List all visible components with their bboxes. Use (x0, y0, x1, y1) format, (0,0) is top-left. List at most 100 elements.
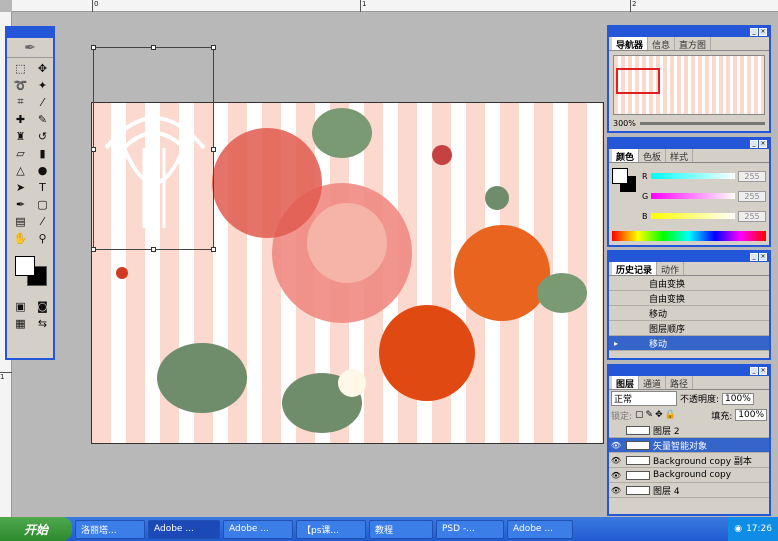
clock[interactable]: 17:26 (746, 524, 772, 534)
imageready-icon[interactable]: ⇆ (32, 315, 53, 331)
layer-row[interactable]: 图层 2 (609, 423, 769, 438)
transform-bounding-box[interactable] (91, 45, 216, 252)
tab-channels[interactable]: 通道 (639, 376, 667, 390)
taskbar-task[interactable]: PSD -... (436, 519, 504, 539)
tab-actions[interactable]: 动作 (657, 262, 685, 276)
hand-icon[interactable]: ✋ (10, 230, 31, 246)
history-brush-icon[interactable]: ↺ (32, 128, 53, 144)
screen-mode-icon[interactable]: ▦ (10, 315, 31, 331)
panel-title-bar[interactable]: _ × (609, 139, 769, 149)
transform-handle[interactable] (151, 45, 156, 50)
blue-slider[interactable] (650, 213, 735, 219)
tab-color[interactable]: 颜色 (612, 149, 640, 163)
network-icon[interactable]: ◉ (734, 524, 742, 534)
fill-input[interactable]: 100% (735, 409, 767, 421)
stamp-icon[interactable]: ♜ (10, 128, 31, 144)
navigator-view-box[interactable] (616, 68, 660, 94)
panel-title-bar[interactable]: _ × (609, 27, 769, 37)
shape-icon[interactable]: ▢ (32, 196, 53, 212)
magic-wand-icon[interactable]: ✦ (32, 77, 53, 93)
tab-history[interactable]: 历史记录 (612, 262, 658, 276)
blue-value[interactable]: 255 (738, 210, 766, 222)
eye-icon[interactable]: 👁 (609, 456, 623, 465)
color-spectrum[interactable] (612, 231, 766, 241)
taskbar-task[interactable]: Adobe ... (507, 519, 573, 539)
panel-title-bar[interactable]: _ × (609, 252, 769, 262)
eyedropper-icon[interactable]: ⁄ (32, 213, 53, 229)
slice-icon[interactable]: ⁄ (32, 94, 53, 110)
minimize-icon[interactable]: _ (750, 253, 758, 261)
quickmask-mode-icon[interactable]: ◙ (32, 298, 53, 314)
brush-icon[interactable]: ✎ (32, 111, 53, 127)
layer-row[interactable]: 👁 Background copy 副本 (609, 453, 769, 468)
lock-icons[interactable]: ▢✎✥🔒 (635, 410, 683, 420)
move-icon[interactable]: ✥ (32, 60, 53, 76)
close-icon[interactable]: × (759, 140, 767, 148)
type-icon[interactable]: T (32, 179, 53, 195)
blur-icon[interactable]: △ (10, 162, 31, 178)
tab-layers[interactable]: 图层 (612, 376, 640, 390)
navigator-thumbnail[interactable] (613, 55, 765, 115)
tab-styles[interactable]: 样式 (666, 149, 694, 163)
foreground-color-swatch[interactable] (15, 256, 35, 276)
minimize-icon[interactable]: _ (750, 28, 758, 36)
history-item[interactable]: 自由变换 (609, 291, 769, 306)
tab-paths[interactable]: 路径 (666, 376, 694, 390)
green-value[interactable]: 255 (738, 190, 766, 202)
taskbar-task[interactable]: 洛丽塔... (75, 519, 145, 539)
eye-icon[interactable]: 👁 (609, 471, 623, 480)
tab-navigator[interactable]: 导航器 (612, 37, 649, 51)
zoom-slider[interactable] (639, 122, 765, 125)
transform-handle[interactable] (211, 247, 216, 252)
standard-mode-icon[interactable]: ▣ (10, 298, 31, 314)
history-item[interactable]: 移动 (609, 306, 769, 321)
layer-row-selected[interactable]: 👁 矢量智能对象 (609, 438, 769, 453)
toolbox-title-bar[interactable] (7, 28, 53, 38)
close-icon[interactable]: × (759, 367, 767, 375)
notes-icon[interactable]: ▤ (10, 213, 31, 229)
panel-title-bar[interactable]: _ × (609, 366, 769, 376)
pen-icon[interactable]: ✒ (10, 196, 31, 212)
tab-info[interactable]: 信息 (648, 37, 676, 51)
crop-icon[interactable]: ⌗ (10, 94, 31, 110)
blend-mode-select[interactable]: 正常 (611, 391, 677, 406)
zoom-level[interactable]: 300% (613, 119, 636, 128)
history-item-selected[interactable]: ▸ 移动 (609, 336, 769, 351)
taskbar-task[interactable]: Adobe ... (148, 519, 220, 539)
green-slider[interactable] (651, 193, 735, 199)
red-slider[interactable] (650, 173, 735, 179)
transform-handle[interactable] (91, 147, 96, 152)
close-icon[interactable]: × (759, 28, 767, 36)
history-item[interactable]: 自由变换 (609, 276, 769, 291)
zoom-icon[interactable]: ⚲ (32, 230, 53, 246)
eraser-icon[interactable]: ▱ (10, 145, 31, 161)
close-icon[interactable]: × (759, 253, 767, 261)
minimize-icon[interactable]: _ (750, 367, 758, 375)
transform-handle[interactable] (211, 147, 216, 152)
color-swatch-pair[interactable] (612, 166, 642, 226)
path-select-icon[interactable]: ➤ (10, 179, 31, 195)
history-item[interactable]: 图层顺序 (609, 321, 769, 336)
lasso-icon[interactable]: ➰ (10, 77, 31, 93)
red-value[interactable]: 255 (738, 170, 766, 182)
transform-handle[interactable] (151, 247, 156, 252)
healing-icon[interactable]: ✚ (10, 111, 31, 127)
eye-icon[interactable]: 👁 (609, 486, 623, 495)
marquee-icon[interactable]: ⬚ (10, 60, 31, 76)
eye-icon[interactable]: 👁 (609, 441, 623, 450)
transform-handle[interactable] (91, 45, 96, 50)
layer-row[interactable]: 👁 Background copy (609, 468, 769, 483)
taskbar-task[interactable]: Adobe ... (223, 519, 293, 539)
taskbar-task[interactable]: 教程 (369, 519, 433, 539)
gradient-icon[interactable]: ▮ (32, 145, 53, 161)
feather-icon[interactable]: ✒ (7, 38, 53, 58)
transform-handle[interactable] (91, 247, 96, 252)
transform-handle[interactable] (211, 45, 216, 50)
minimize-icon[interactable]: _ (750, 140, 758, 148)
opacity-input[interactable]: 100% (722, 392, 754, 405)
layer-row[interactable]: 👁 图层 4 (609, 483, 769, 498)
dodge-icon[interactable]: ● (32, 162, 53, 178)
tab-swatches[interactable]: 色板 (639, 149, 667, 163)
taskbar-task[interactable]: 【ps课... (296, 519, 366, 539)
start-button[interactable]: 开始 (0, 517, 72, 541)
